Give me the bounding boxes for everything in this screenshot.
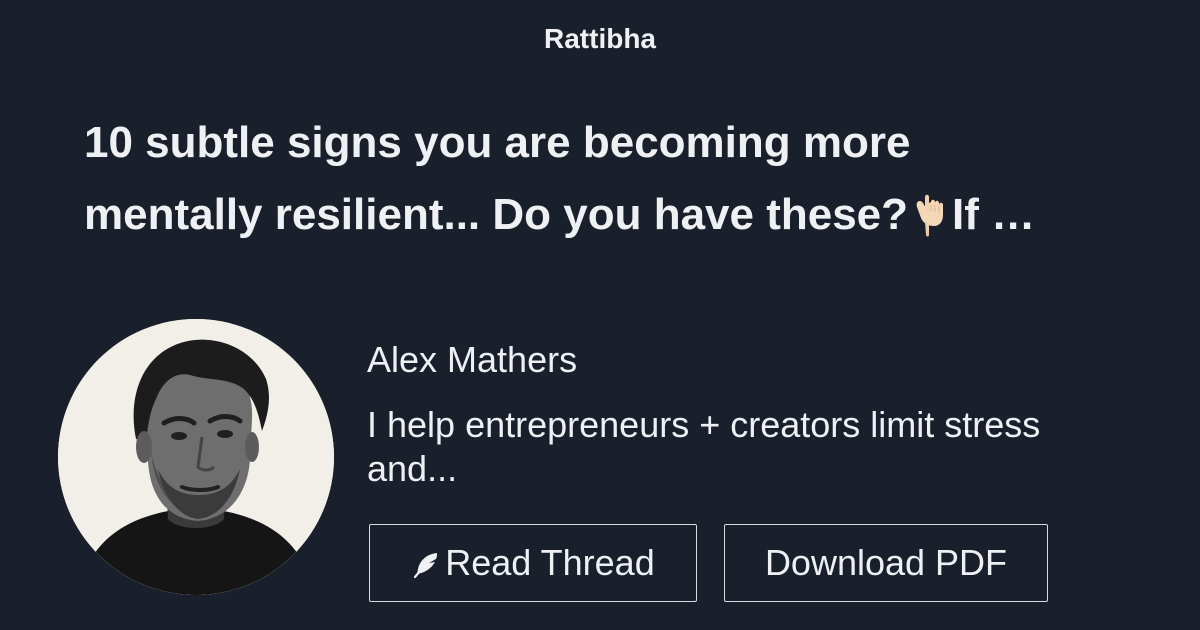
thread-title: 10 subtle signs you are becoming more me… [84,107,1164,251]
bio-line-2: and... [367,448,458,489]
download-pdf-label: Download PDF [764,542,1008,583]
site-brand[interactable]: Rattibha [0,20,1200,58]
title-line-1: 10 subtle signs you are becoming more [84,118,911,167]
author-bio: I help entrepreneurs + creators limit st… [367,403,1167,491]
pointing-down-hand-icon [916,194,944,237]
share-card: Rattibha 10 subtle signs you are becomin… [0,0,1200,630]
author-name[interactable]: Alex Mathers [367,338,577,382]
title-line-2-text: mentally resilient... Do you have these? [84,190,909,239]
download-pdf-button[interactable]: Download PDF [724,524,1048,602]
read-thread-label: Read Thread [445,542,655,583]
title-line-2: mentally resilient... Do you have these?… [84,179,1164,251]
author-avatar [58,319,334,595]
bio-line-1: I help entrepreneurs + creators limit st… [367,404,1041,445]
avatar-portrait-icon [58,319,334,595]
read-thread-button[interactable]: Read Thread [369,524,697,602]
title-line-2-suffix: If … [952,190,1036,239]
feather-icon [414,553,438,579]
